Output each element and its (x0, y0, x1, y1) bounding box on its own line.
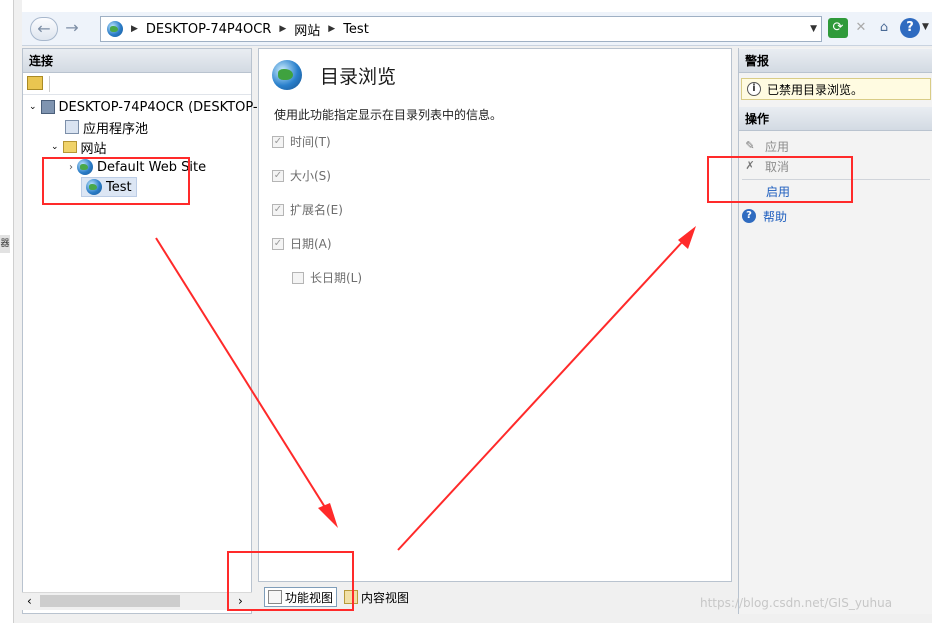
tree-node-test[interactable]: Test (81, 177, 137, 197)
option-extension[interactable]: ✓ 扩展名(E) (272, 201, 343, 218)
content-view-icon (344, 590, 359, 604)
tree-node-sites[interactable]: ⌄ 网站 (51, 137, 107, 157)
breadcrumb-item-test[interactable]: Test (343, 22, 369, 37)
checkbox-checked-icon[interactable]: ✓ (272, 135, 284, 148)
home-icon[interactable]: ⌂ (874, 18, 894, 38)
actions-panel (738, 48, 932, 614)
tree-node-label: Test (106, 179, 132, 195)
tree-node-label: 网站 (80, 141, 107, 157)
connections-title: 连接 (23, 49, 251, 73)
background-window-label: 器 (0, 235, 10, 253)
tree-node-server[interactable]: ⌄ DESKTOP-74P4OCR (DESKTOP-7 (29, 97, 266, 117)
tree-node-app-pools[interactable]: 应用程序池 (65, 117, 148, 137)
action-label: 取消 (765, 159, 790, 174)
tree-node-default-web-site[interactable]: › Default Web Site (69, 157, 206, 177)
breadcrumb-separator-icon: ▶ (328, 24, 336, 34)
option-time[interactable]: ✓ 时间(T) (272, 133, 331, 150)
features-view-icon (268, 590, 282, 604)
cancel-icon: ✗ (745, 159, 755, 172)
collapse-chevron-icon[interactable]: ⌄ (29, 102, 37, 112)
cancel-action[interactable]: ✗ 取消 (742, 156, 789, 176)
expand-chevron-icon[interactable]: › (69, 162, 73, 173)
window-top-edge (22, 0, 932, 12)
tab-content-view[interactable]: 内容视图 (341, 587, 412, 607)
checkbox-checked-icon[interactable]: ✓ (272, 203, 284, 216)
back-arrow-icon: ← (37, 19, 51, 38)
collapse-chevron-icon[interactable]: ⌄ (51, 142, 59, 152)
connect-folder-icon[interactable] (27, 76, 43, 90)
checkbox-checked-icon[interactable]: ✓ (272, 237, 284, 250)
option-date[interactable]: ✓ 日期(A) (272, 235, 332, 252)
apply-action[interactable]: ✎ 应用 (742, 136, 789, 156)
breadcrumb-dropdown-icon[interactable]: ▼ (810, 24, 817, 34)
breadcrumb-item-server[interactable]: DESKTOP-74P4OCR (146, 22, 271, 37)
directory-browsing-globe-icon (272, 60, 302, 90)
option-label: 扩展名(E) (290, 203, 343, 217)
tab-label: 内容视图 (361, 590, 410, 605)
alert-text: 已禁用目录浏览。 (767, 82, 864, 97)
apply-icon: ✎ (745, 139, 755, 152)
sites-folder-icon (62, 141, 77, 153)
connections-toolbar (23, 73, 251, 95)
actions-divider (742, 179, 930, 180)
tab-label: 功能视图 (285, 590, 334, 605)
help-dropdown-icon[interactable]: ▼ (922, 22, 929, 32)
checkbox-unchecked-icon[interactable] (292, 271, 304, 284)
refresh-icon[interactable]: ⟳ (828, 18, 848, 38)
option-size[interactable]: ✓ 大小(S) (272, 167, 331, 184)
alerts-title: 警报 (739, 49, 932, 73)
breadcrumb-separator-icon: ▶ (279, 24, 287, 34)
address-globe-icon (107, 21, 123, 37)
checkbox-checked-icon[interactable]: ✓ (272, 169, 284, 182)
globe-icon (77, 159, 93, 175)
info-icon: i (747, 82, 761, 96)
feature-panel (258, 48, 732, 582)
option-label: 大小(S) (290, 169, 331, 183)
option-label: 日期(A) (290, 237, 332, 251)
page-title: 目录浏览 (320, 66, 397, 88)
alert-message: i 已禁用目录浏览。 (741, 78, 931, 100)
option-label: 时间(T) (290, 135, 331, 149)
action-label: 应用 (765, 139, 790, 154)
connections-panel: 连接 ⌄ DESKTOP-74P4OCR (DESKTOP-7 应用程序池 ⌄ … (22, 48, 266, 614)
background-window-strip: 器 (0, 0, 14, 623)
tree-node-label: DESKTOP-74P4OCR (DESKTOP-7 (58, 99, 266, 115)
server-icon (40, 100, 55, 114)
watermark: https://blog.csdn.net/GIS_yuhua (700, 596, 893, 610)
breadcrumb-item-sites[interactable]: 网站 (294, 20, 320, 39)
scroll-right-icon[interactable]: › (238, 594, 243, 608)
stop-icon[interactable]: ✕ (851, 18, 871, 38)
toolbar-divider (49, 76, 50, 92)
view-tabs: 功能视图 内容视图 (258, 584, 732, 610)
action-label: 帮助 (763, 209, 788, 224)
forward-button[interactable]: → (58, 17, 86, 41)
feature-description: 使用此功能指定显示在目录列表中的信息。 (274, 108, 503, 122)
breadcrumb-separator-icon: ▶ (131, 24, 138, 34)
action-label: 启用 (766, 184, 791, 199)
help-action[interactable]: ? 帮助 (742, 206, 787, 226)
window-gap (14, 0, 22, 623)
scroll-left-icon[interactable]: ‹ (27, 594, 32, 608)
forward-arrow-icon: → (65, 18, 79, 37)
actions-title: 操作 (739, 107, 932, 131)
address-bar[interactable]: ▶ DESKTOP-74P4OCR ▶ 网站 ▶ Test ▼ (100, 16, 822, 42)
tree-node-label: 应用程序池 (83, 121, 149, 137)
globe-icon (86, 179, 102, 195)
enable-action[interactable]: 启用 (766, 181, 790, 201)
app-pool-icon (65, 120, 79, 134)
option-long-date[interactable]: 长日期(L) (292, 269, 362, 286)
scrollbar-thumb[interactable] (40, 595, 180, 607)
help-icon: ? (742, 209, 756, 223)
back-button[interactable]: ← (30, 17, 58, 41)
option-label: 长日期(L) (310, 271, 363, 285)
tree-node-label: Default Web Site (97, 159, 207, 175)
tab-features-view[interactable]: 功能视图 (264, 587, 338, 607)
help-menu-icon[interactable]: ? (900, 18, 920, 38)
